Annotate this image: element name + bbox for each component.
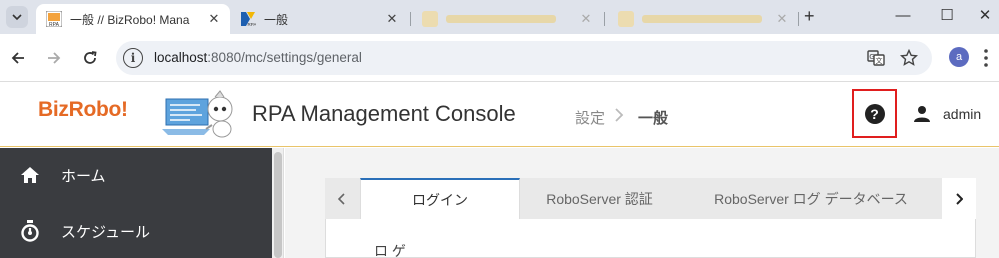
bizrobo-rpa-favicon: RPA <box>46 11 62 27</box>
blurred-tab-title <box>642 15 772 23</box>
tab-roboserver-auth[interactable]: RoboServer 認証 <box>521 178 678 219</box>
sidebar-item-label: ホーム <box>61 167 106 185</box>
browser-tab-bizrobo[interactable]: RPA 一般 // BizRobo! Mana ✕ <box>36 4 230 34</box>
stopwatch-icon <box>19 220 41 242</box>
k-rpa-favicon: RPA <box>241 12 256 27</box>
breadcrumb-settings[interactable]: 設定 <box>575 107 605 128</box>
browser-tab-general[interactable]: RPA 一般 ✕ <box>230 4 408 34</box>
svg-text:RPA: RPA <box>49 22 60 27</box>
blurred-tab-title <box>446 15 576 23</box>
svg-text:G: G <box>869 53 874 61</box>
site-info-icon[interactable]: i <box>123 48 143 68</box>
reload-button[interactable] <box>78 46 102 70</box>
chevron-right-icon <box>615 108 624 122</box>
url-path: :8080/mc/settings/general <box>207 50 362 65</box>
app-header: BizRobo! RPA Management Console 設定 一般 ? … <box>0 83 999 147</box>
blurred-favicon <box>618 11 634 27</box>
url-host: localhost <box>154 50 208 65</box>
settings-panel: ロ ゲ <box>325 219 976 258</box>
chevron-down-icon <box>12 14 22 21</box>
svg-text:RPA: RPA <box>248 22 256 27</box>
svg-text:文: 文 <box>876 56 883 65</box>
sidebar-scrollbar[interactable] <box>272 148 284 258</box>
tab-login[interactable]: ログイン <box>360 178 520 219</box>
arrow-left-icon <box>11 52 24 64</box>
user-name[interactable]: admin <box>943 106 981 122</box>
browser-tab-title: 一般 // BizRobo! Mana <box>70 12 190 27</box>
browser-tab-blurred[interactable]: ✕ <box>412 4 602 34</box>
url-text[interactable]: localhost:8080/mc/settings/general <box>154 50 362 65</box>
browser-tab-title: 一般 <box>264 12 289 27</box>
scrollbar-thumb[interactable] <box>274 152 282 258</box>
sidebar: ホーム スケジュール <box>0 148 272 258</box>
tab-label: RoboServer ログ データベース <box>714 190 908 207</box>
sidebar-item-label: スケジュール <box>61 223 150 241</box>
robot-mascot-logo <box>162 90 233 138</box>
translate-icon[interactable]: 文G <box>866 49 886 67</box>
arrow-right-icon <box>48 52 61 64</box>
more-vert-icon[interactable] <box>983 48 989 68</box>
breadcrumb-current: 一般 <box>638 110 669 127</box>
tab-divider <box>410 12 411 26</box>
close-tab-icon[interactable]: ✕ <box>204 11 224 27</box>
new-tab-button[interactable]: + <box>804 6 815 27</box>
blurred-favicon <box>422 11 438 27</box>
app-title: RPA Management Console <box>252 101 516 126</box>
chevron-right-icon <box>956 192 963 205</box>
sidebar-item-home[interactable]: ホーム <box>0 148 272 202</box>
section-heading-partial: ロ ゲ <box>374 243 406 258</box>
close-window-button[interactable]: ✕ <box>970 4 999 26</box>
tab-scroll-left-button[interactable] <box>325 178 359 219</box>
browser-toolbar: i localhost:8080/mc/settings/general 文G … <box>0 34 999 82</box>
close-tab-icon[interactable]: ✕ <box>772 11 792 27</box>
user-icon[interactable] <box>913 105 931 123</box>
minimize-button[interactable]: — <box>888 4 918 26</box>
tab-search-button[interactable] <box>6 6 28 28</box>
tab-label: ログイン <box>412 191 468 208</box>
tab-roboserver-log-db[interactable]: RoboServer ログ データベース <box>680 178 942 219</box>
main-content: ログイン RoboServer 認証 RoboServer ログ データベース … <box>285 148 999 258</box>
reload-icon <box>84 51 97 64</box>
brand-logo[interactable]: BizRobo! <box>38 98 128 122</box>
profile-avatar[interactable]: a <box>949 47 969 67</box>
question-circle-icon: ? <box>864 103 885 124</box>
browser-tab-strip: RPA 一般 // BizRobo! Mana ✕ RPA 一般 ✕ ✕ ✕ +… <box>0 0 999 34</box>
back-button[interactable] <box>6 46 30 70</box>
sidebar-item-schedule[interactable]: スケジュール <box>0 204 272 258</box>
forward-button[interactable] <box>42 46 66 70</box>
close-tab-icon[interactable]: ✕ <box>382 11 402 27</box>
help-button[interactable]: ? <box>852 89 897 138</box>
tab-divider <box>604 12 605 26</box>
home-icon <box>19 164 41 186</box>
chevron-left-icon <box>338 192 345 205</box>
tab-label: RoboServer 認証 <box>546 190 653 207</box>
star-icon[interactable] <box>899 49 919 67</box>
tab-scroll-right-button[interactable] <box>942 178 976 219</box>
settings-tab-bar: ログイン RoboServer 認証 RoboServer ログ データベース <box>325 178 976 219</box>
tab-divider <box>798 12 799 26</box>
maximize-button[interactable]: ☐ <box>932 4 962 26</box>
close-tab-icon[interactable]: ✕ <box>576 11 596 27</box>
address-bar[interactable]: i localhost:8080/mc/settings/general 文G <box>116 41 932 75</box>
browser-tab-blurred[interactable]: ✕ <box>608 4 798 34</box>
